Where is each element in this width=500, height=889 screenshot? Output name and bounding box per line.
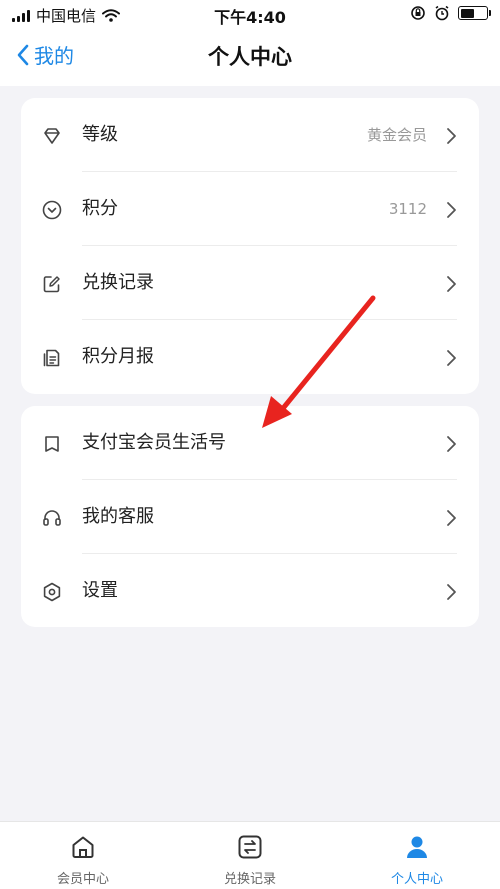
list-item-label: 设置 — [82, 580, 118, 601]
list-item-alipay-life[interactable]: 支付宝会员生活号 — [21, 406, 479, 480]
circle-chevron-icon — [42, 200, 62, 220]
list-item-exchange-records[interactable]: 兑换记录 — [21, 246, 479, 320]
tab-label: 个人中心 — [390, 872, 443, 887]
list-item-label: 积分 — [82, 198, 118, 219]
diamond-icon — [44, 128, 60, 144]
chevron-right-icon — [447, 128, 456, 144]
list-item-label: 积分月报 — [82, 346, 154, 367]
book-icon — [45, 436, 59, 452]
points-value: 3112 — [388, 200, 427, 218]
tab-personal-center[interactable]: 个人中心 — [334, 822, 500, 889]
list-item-level[interactable]: 等级 黄金会员 — [21, 98, 479, 172]
report-icon — [43, 349, 60, 367]
list-item-label: 我的客服 — [82, 506, 154, 527]
rotation-lock-icon — [411, 6, 425, 20]
exchange-icon — [238, 835, 262, 859]
list-item-points[interactable]: 积分 3112 — [21, 172, 479, 246]
tab-member-center[interactable]: 会员中心 — [0, 822, 166, 889]
status-bar: 中国电信 下午4:40 — [0, 0, 500, 28]
chevron-right-icon — [447, 276, 456, 292]
battery-icon — [458, 6, 491, 20]
headset-icon — [43, 510, 61, 526]
chevron-right-icon — [447, 350, 456, 366]
tab-exchange-records[interactable]: 兑换记录 — [167, 822, 333, 889]
account-card: 等级 黄金会员 积分 3112 兑换记录 积分月报 — [21, 98, 479, 394]
alarm-icon — [435, 5, 449, 21]
edit-icon — [43, 276, 60, 293]
tab-label: 兑换记录 — [223, 872, 276, 887]
level-value: 黄金会员 — [366, 126, 427, 144]
service-card: 支付宝会员生活号 我的客服 设置 — [21, 406, 479, 627]
list-item-label: 支付宝会员生活号 — [82, 432, 226, 453]
list-item-settings[interactable]: 设置 — [21, 554, 479, 628]
list-item-label: 兑换记录 — [82, 272, 154, 293]
tab-label: 会员中心 — [56, 872, 109, 887]
chevron-right-icon — [447, 584, 456, 600]
tab-bar: 会员中心 兑换记录 个人中心 — [0, 821, 500, 889]
user-icon — [407, 836, 427, 858]
list-item-label: 等级 — [82, 124, 118, 145]
chevron-right-icon — [447, 436, 456, 452]
chevron-right-icon — [447, 202, 456, 218]
nav-bar: 我的 个人中心 — [0, 28, 500, 86]
home-icon — [72, 836, 94, 858]
hexagon-gear-icon — [43, 582, 61, 602]
page-title: 个人中心 — [208, 45, 292, 69]
list-item-customer-service[interactable]: 我的客服 — [21, 480, 479, 554]
list-item-monthly-report[interactable]: 积分月报 — [21, 320, 479, 394]
header: 中国电信 下午4:40 我的 个人中心 — [0, 0, 500, 86]
chevron-right-icon — [447, 510, 456, 526]
